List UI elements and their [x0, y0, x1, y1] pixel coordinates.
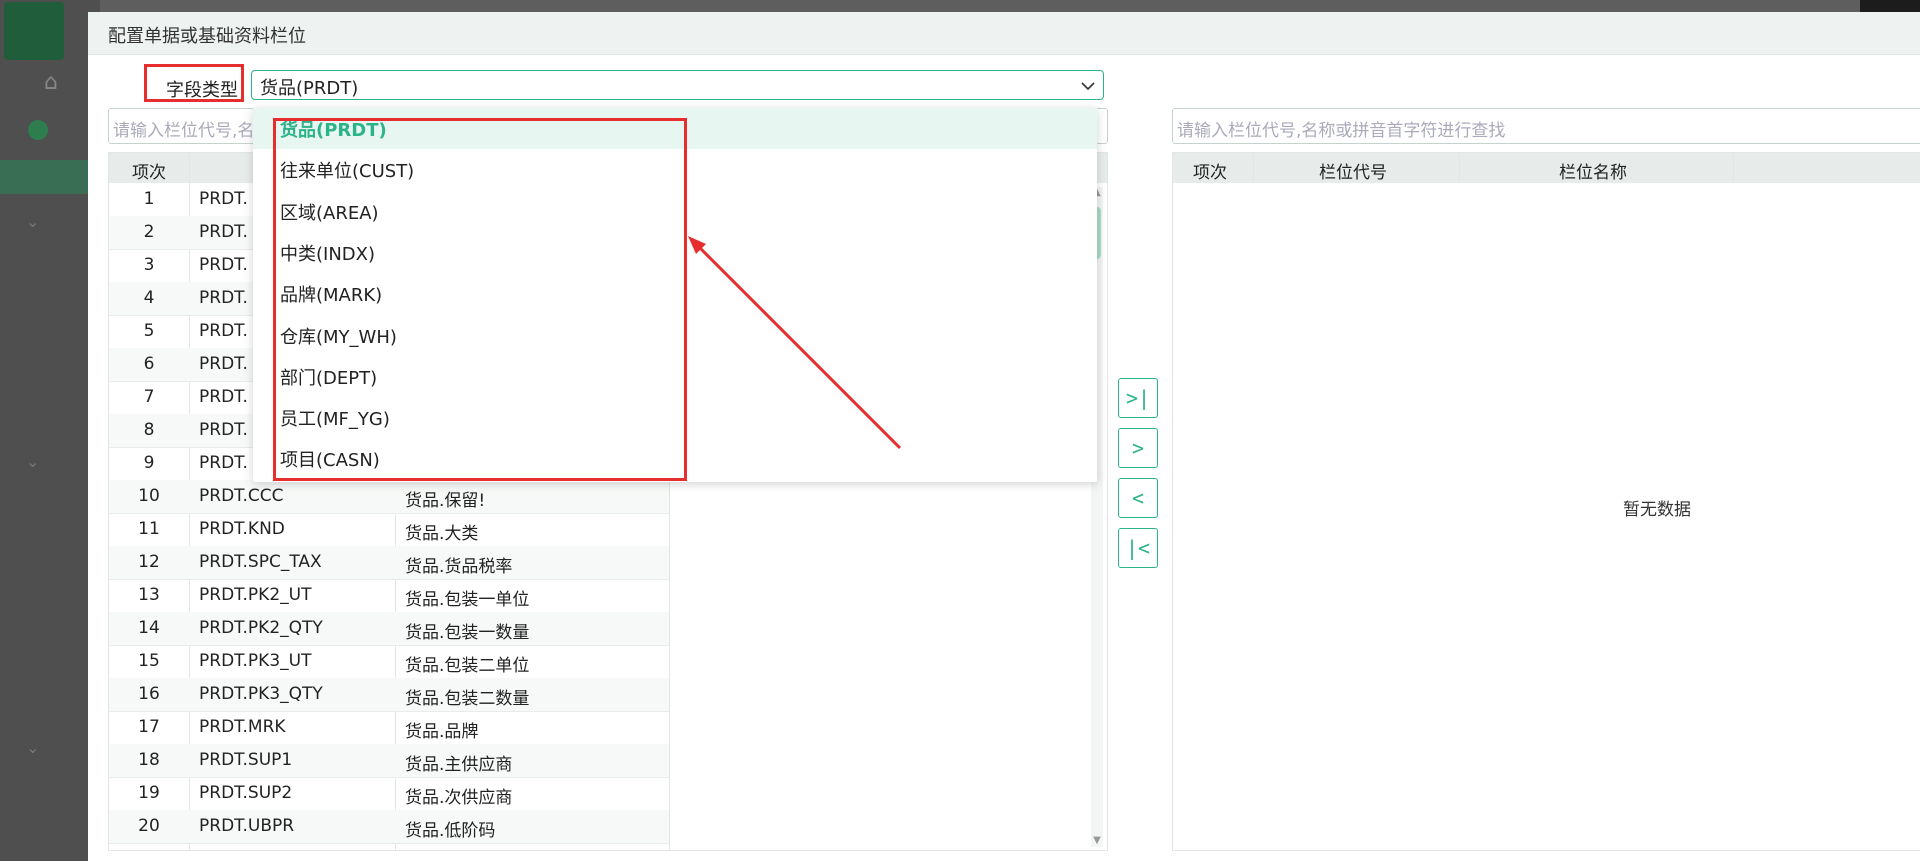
annotation-arrow — [688, 236, 902, 450]
